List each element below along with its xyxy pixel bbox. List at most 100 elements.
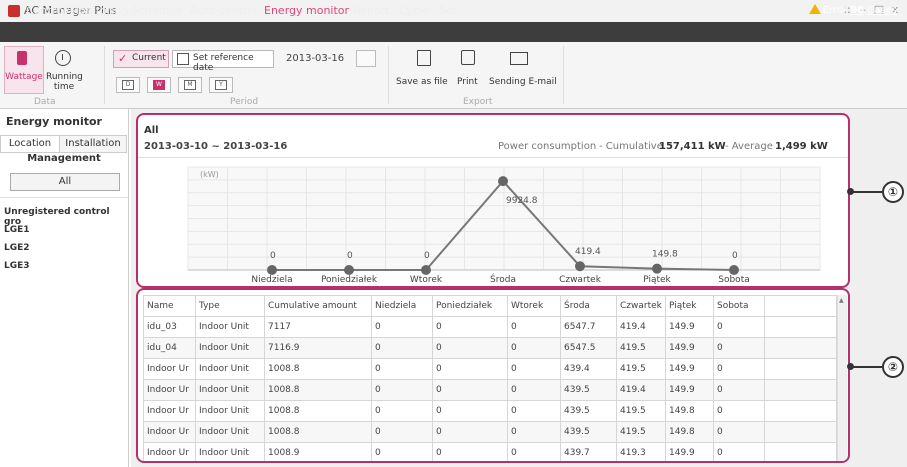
error-indicator[interactable]: Error 96 Cases (808, 4, 897, 16)
save-file-icon[interactable] (417, 50, 431, 66)
table-cell: Indoor Unit (195, 358, 265, 380)
sidebar-item-lge3[interactable]: LGE3 (4, 261, 30, 271)
month-range-label: M (184, 80, 196, 90)
ribbon-separator (104, 46, 105, 104)
menu-cycle[interactable]: Cycle (399, 4, 429, 17)
table-cell: 439.4 (560, 358, 617, 380)
month-range-button[interactable]: M (178, 77, 202, 93)
email-icon[interactable] (510, 52, 528, 65)
week-range-label: W (153, 80, 165, 90)
table-header-cell[interactable]: Niedziela (371, 295, 433, 317)
sending-email-label[interactable]: Sending E-mail (489, 77, 557, 87)
x-tick-label: Sobota (718, 275, 749, 285)
table-scrollbar[interactable]: ▲ (837, 295, 847, 461)
table-cell: 149.9 (665, 442, 714, 461)
table-row[interactable]: idu_03 Indoor Unit 7117 0 0 0 6547.7 419.4 149.9… (143, 316, 837, 338)
week-range-button[interactable]: W (147, 77, 171, 93)
table-header-cell[interactable]: Cumulative amount (264, 295, 372, 317)
error-prefix: Error (822, 5, 848, 16)
day-range-button[interactable]: D (116, 77, 140, 93)
table-row[interactable]: idu_04 Indoor Unit 7116.9 0 0 0 6547.5 419.5 149… (143, 337, 837, 359)
x-tick-label: Środa (490, 273, 516, 285)
x-tick-label: Piątek (643, 275, 671, 285)
table-panel: Name Type Cumulative amount Niedziela Ponied… (136, 288, 850, 463)
current-button[interactable]: ✓ Current (113, 50, 169, 68)
clock-icon[interactable] (55, 50, 71, 66)
menu-energy-monitor[interactable]: Energy monitor (264, 4, 349, 17)
table-cell: 0 (507, 358, 561, 380)
table-cell: 0 (713, 379, 765, 401)
table-row[interactable]: Indoor Ur Indoor Unit 1008.8 0 0 0 439.5 419.4 1… (143, 379, 837, 401)
table-row[interactable]: Indoor Ur Indoor Unit 1008.8 0 0 0 439.4 419.5 1… (143, 358, 837, 380)
calendar-icon (177, 53, 189, 65)
table-cell (764, 400, 837, 422)
table-cell (764, 442, 837, 461)
menu-auto-control[interactable]: Auto control (190, 4, 257, 17)
set-reference-date-button[interactable]: Set reference date (172, 50, 274, 73)
table-cell: 0 (432, 316, 508, 338)
table-row[interactable]: Indoor Ur Indoor Unit 1008.8 0 0 0 439.5 419.5 1… (143, 421, 837, 443)
table-cell: Indoor Unit (195, 316, 265, 338)
table-header-cell[interactable]: Type (195, 295, 265, 317)
sidebar-item-unregistered[interactable]: Unregistered control gro (4, 207, 128, 227)
table-cell: 149.8 (665, 421, 714, 443)
table-cell: 0 (432, 421, 508, 443)
table-cell (764, 316, 837, 338)
table-row[interactable]: Indoor Ur Indoor Unit 1008.8 0 0 0 439.5 419.5 1… (143, 400, 837, 422)
scroll-up-icon[interactable]: ▲ (839, 297, 844, 304)
year-range-button[interactable]: Y (209, 77, 233, 93)
y-axis-label: (kW) (200, 170, 219, 179)
table-header-cell[interactable]: Wtorek (507, 295, 561, 317)
table-header-cell[interactable]: Środa (560, 295, 617, 317)
data-point (421, 265, 431, 275)
x-tick-label: Poniedziałek (321, 275, 378, 285)
table-cell: 0 (507, 421, 561, 443)
date-picker-icon[interactable] (356, 50, 376, 67)
energy-line-chart: (kW) 0 Niedziela 0 Poniedziałek 0 Wtorek 9924.8… (187, 166, 821, 285)
table-cell: Indoor Unit (195, 337, 265, 359)
sidebar-item-lge2[interactable]: LGE2 (4, 243, 30, 253)
table-header-cell[interactable]: Sobota (713, 295, 765, 317)
table-cell: 439.5 (560, 400, 617, 422)
table-cell: 419.4 (616, 316, 666, 338)
menu-report[interactable]: Report (353, 4, 389, 17)
error-suffix: Cases (867, 5, 897, 16)
tab-installation[interactable]: Installation (59, 135, 127, 153)
table-cell: Indoor Ur (143, 379, 196, 401)
print-icon[interactable] (461, 50, 475, 65)
table-header-cell[interactable]: Name (143, 295, 196, 317)
table-cell (764, 421, 837, 443)
menu-schedule[interactable]: Schedule (132, 4, 183, 17)
running-time-button[interactable]: Running time (46, 72, 83, 92)
table-cell (764, 337, 837, 359)
table-cell: 0 (713, 358, 765, 380)
data-point (344, 265, 354, 275)
callout-2: ② (882, 356, 904, 378)
table-header-cell[interactable]: Poniedziałek (432, 295, 508, 317)
table-cell: 0 (371, 400, 433, 422)
year-range-label: Y (215, 80, 227, 90)
menu-set[interactable]: Set (439, 4, 457, 17)
table-cell: 6547.7 (560, 316, 617, 338)
management-label: Management (27, 153, 101, 164)
sidebar-title: Energy monitor (6, 115, 102, 128)
table-row[interactable]: Indoor Ur Indoor Unit 1008.9 0 0 0 439.7 419.3 1… (143, 442, 837, 461)
table-header-cell[interactable] (764, 295, 837, 317)
data-label: 9924.8 (506, 196, 538, 206)
table-cell: 439.5 (560, 421, 617, 443)
set-reference-date-label: Set reference date (193, 53, 254, 73)
menu-bar (0, 22, 907, 42)
table-header-cell[interactable]: Czwartek (616, 295, 666, 317)
table-header-cell[interactable]: Piątek (665, 295, 714, 317)
running-label-line2: time (53, 82, 75, 92)
callout-line-2 (850, 366, 882, 368)
error-count: 96 (850, 5, 865, 16)
table-cell: 7116.9 (264, 337, 372, 359)
all-button[interactable]: All (10, 173, 120, 191)
sidebar-item-lge1[interactable]: LGE1 (4, 225, 30, 235)
print-label[interactable]: Print (457, 77, 478, 87)
menu-control-monitoring[interactable]: Control/Monitoring (26, 4, 128, 17)
save-as-file-label[interactable]: Save as file (396, 77, 448, 87)
day-range-label: D (122, 80, 134, 90)
tab-location[interactable]: Location (0, 135, 60, 153)
